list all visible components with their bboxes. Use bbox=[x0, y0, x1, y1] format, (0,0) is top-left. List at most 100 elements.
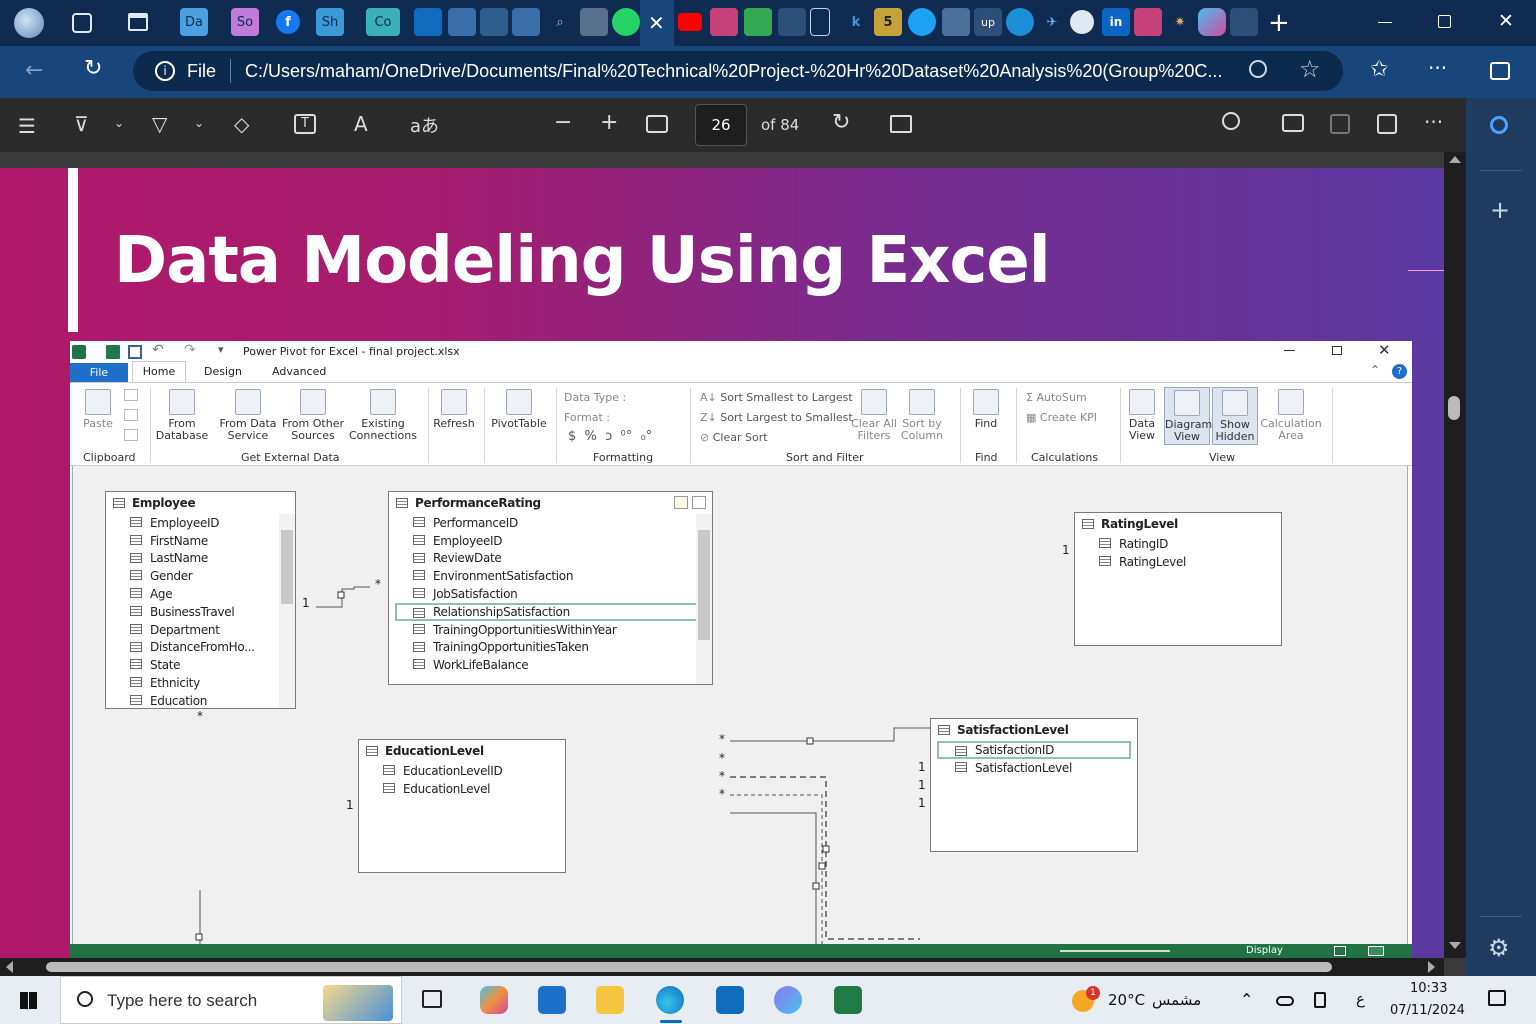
sidebar-toggle-icon[interactable] bbox=[1490, 62, 1510, 80]
table-field-row[interactable]: ReviewDate bbox=[389, 550, 712, 568]
zoom-in-icon[interactable]: + bbox=[600, 110, 618, 135]
save-icon[interactable] bbox=[1330, 114, 1350, 134]
scroll-left-arrow[interactable] bbox=[6, 961, 13, 973]
tab-actions-icon[interactable] bbox=[128, 13, 148, 31]
outlook-icon[interactable] bbox=[414, 8, 442, 36]
chevron-down-icon[interactable]: ⌄ bbox=[194, 116, 204, 130]
tab-so[interactable]: So bbox=[231, 8, 259, 36]
print-icon[interactable] bbox=[1282, 114, 1304, 132]
github-icon[interactable] bbox=[1070, 10, 1094, 34]
document-tab-icon[interactable] bbox=[810, 8, 830, 36]
search-icon[interactable] bbox=[1490, 116, 1508, 134]
weather-temp[interactable]: 20°C bbox=[1108, 991, 1145, 1009]
table-scroll-thumb[interactable] bbox=[281, 530, 293, 604]
zoom-out-icon[interactable]: − bbox=[554, 110, 572, 135]
refresh-icon[interactable]: ↻ bbox=[84, 56, 102, 81]
tab-da[interactable]: Da bbox=[180, 8, 208, 36]
fit-page-icon[interactable] bbox=[646, 115, 668, 133]
eraser-icon[interactable]: ◇ bbox=[234, 112, 249, 136]
onedrive-icon[interactable] bbox=[1276, 996, 1294, 1006]
network-icon[interactable] bbox=[1314, 992, 1326, 1008]
table-field-row[interactable]: TrainingOpportunitiesWithinYear bbox=[389, 621, 712, 639]
add-icon[interactable]: + bbox=[1490, 196, 1510, 224]
table-field-row[interactable]: WorkLifeBalance bbox=[389, 656, 712, 674]
tab-icon-bird[interactable]: ✈ bbox=[1038, 8, 1066, 36]
tab-icon-photo[interactable] bbox=[580, 8, 608, 36]
table-field-row[interactable]: EmployeeID bbox=[106, 514, 295, 532]
hscroll-thumb[interactable] bbox=[46, 962, 1332, 972]
tab-icon-media[interactable] bbox=[710, 8, 738, 36]
excel-taskbar-icon[interactable] bbox=[834, 986, 862, 1014]
task-view-icon[interactable] bbox=[422, 990, 442, 1008]
restore-icon[interactable] bbox=[1438, 15, 1451, 28]
more-options-icon[interactable]: ··· bbox=[1428, 56, 1447, 80]
table-field-row[interactable]: LastName bbox=[106, 550, 295, 568]
translate-icon[interactable]: aあ bbox=[410, 112, 439, 138]
table-field-row[interactable]: PerformanceID bbox=[389, 514, 712, 532]
rel-performance-satisfaction-3[interactable] bbox=[730, 812, 920, 958]
tab-icon-download[interactable] bbox=[1230, 8, 1258, 36]
address-bar[interactable]: i File C:/Users/maham/OneDrive/Documents… bbox=[133, 51, 1343, 91]
url-text[interactable]: C:/Users/maham/OneDrive/Documents/Final%… bbox=[245, 61, 1225, 82]
facebook-icon[interactable]: f bbox=[276, 10, 300, 34]
status-display-label[interactable]: Display bbox=[1246, 945, 1283, 956]
table-field-row[interactable]: BusinessTravel bbox=[106, 603, 295, 621]
drive-icon[interactable] bbox=[744, 8, 772, 36]
draw-icon[interactable]: ▽ bbox=[152, 112, 167, 136]
table-field-row[interactable]: EducationLevel bbox=[359, 780, 565, 798]
table-field-row[interactable]: Department bbox=[106, 621, 295, 639]
search-tab-icon[interactable]: ⌕ bbox=[546, 8, 574, 36]
rel-handle[interactable] bbox=[337, 591, 345, 599]
back-icon[interactable]: ← bbox=[25, 58, 43, 83]
table-field-row[interactable]: EmployeeID bbox=[389, 532, 712, 550]
tab-icon-g[interactable] bbox=[480, 8, 508, 36]
copilot-app-icon[interactable] bbox=[774, 986, 802, 1014]
satisfaction-level-table[interactable]: SatisfactionLevel SatisfactionID Satisfac… bbox=[930, 718, 1138, 852]
table-field-row[interactable]: RelationshipSatisfaction bbox=[395, 602, 706, 621]
highlight-icon[interactable]: ⊽ bbox=[74, 112, 89, 136]
table-field-row[interactable]: RatingID bbox=[1075, 535, 1281, 553]
weather-desc[interactable]: مشمس bbox=[1152, 991, 1201, 1009]
find-icon[interactable] bbox=[1222, 112, 1240, 130]
read-aloud-icon[interactable]: A bbox=[354, 112, 368, 136]
page-number-input[interactable]: 26 bbox=[695, 104, 747, 146]
education-level-table[interactable]: EducationLevel EducationLevelID Education… bbox=[358, 739, 566, 873]
table-field-row[interactable]: Gender bbox=[106, 567, 295, 585]
rel-performance-satisfaction-2[interactable] bbox=[730, 776, 920, 940]
chevron-down-icon[interactable]: ⌄ bbox=[114, 116, 124, 130]
rating-level-table[interactable]: RatingLevel RatingID RatingLevel bbox=[1074, 512, 1282, 646]
close-tab-icon[interactable]: ✕ bbox=[648, 11, 665, 35]
table-field-row[interactable]: EducationLevelID bbox=[359, 762, 565, 780]
table-field-row[interactable]: RatingLevel bbox=[1075, 553, 1281, 571]
table-header[interactable]: Employee bbox=[106, 492, 295, 514]
workspaces-icon[interactable] bbox=[72, 13, 92, 33]
more-tools-icon[interactable]: ··· bbox=[1424, 110, 1443, 134]
tab-sh[interactable]: Sh bbox=[316, 8, 344, 36]
tab-icon-k[interactable]: k bbox=[842, 8, 870, 36]
table-field-row[interactable]: SatisfactionID bbox=[937, 741, 1131, 759]
info-icon[interactable]: i bbox=[155, 61, 175, 81]
table-field-row[interactable]: TrainingOpportunitiesTaken bbox=[389, 639, 712, 657]
rel-handle[interactable] bbox=[195, 933, 203, 941]
rel-handle[interactable] bbox=[806, 737, 814, 745]
tab-icon-yl[interactable] bbox=[512, 8, 540, 36]
table-maximize-icon[interactable] bbox=[674, 496, 688, 509]
upwork-icon[interactable]: up bbox=[974, 8, 1002, 36]
table-field-row[interactable]: State bbox=[106, 656, 295, 674]
rel-handle[interactable] bbox=[818, 862, 826, 870]
table-header[interactable]: PerformanceRating bbox=[389, 492, 712, 514]
table-field-row[interactable]: SatisfactionLevel bbox=[931, 759, 1137, 777]
table-minimize-icon[interactable] bbox=[692, 496, 706, 509]
table-header[interactable]: EducationLevel bbox=[359, 740, 565, 762]
favorite-star-icon[interactable]: ☆ bbox=[1299, 55, 1321, 83]
rel-handle[interactable] bbox=[812, 882, 820, 890]
vertical-scrollbar[interactable] bbox=[1444, 152, 1466, 958]
new-tab-icon[interactable]: + bbox=[1268, 8, 1290, 38]
rotate-icon[interactable]: ↻ bbox=[832, 110, 850, 135]
tab-icon-star[interactable]: ✷ bbox=[1166, 8, 1194, 36]
copilot-icon[interactable] bbox=[1198, 8, 1226, 36]
table-field-row[interactable]: JobSatisfaction bbox=[389, 585, 712, 603]
rel-handle[interactable] bbox=[822, 845, 830, 853]
tab-icon-circle-3[interactable] bbox=[1006, 8, 1034, 36]
table-scrollbar[interactable] bbox=[279, 514, 295, 708]
